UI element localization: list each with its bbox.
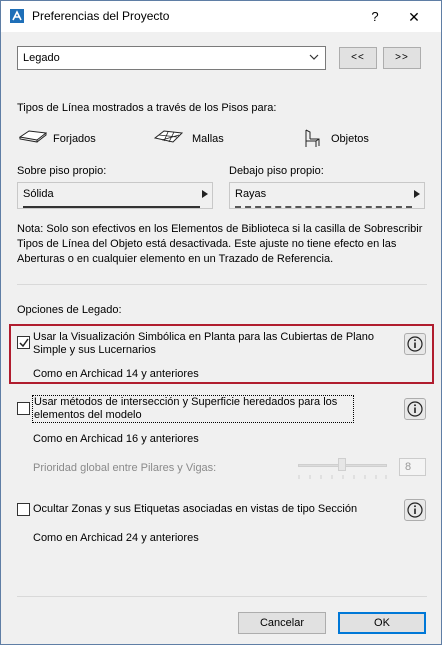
footer-divider: [17, 596, 427, 597]
archicad-app-icon: [10, 9, 24, 23]
option-legacy-intersection-label[interactable]: Usar métodos de intersección y Superfici…: [32, 395, 354, 423]
priority-slider-thumb[interactable]: [338, 458, 346, 471]
below-floor-linetype-value: Rayas: [235, 188, 267, 200]
option-hide-zones-label[interactable]: Ocultar Zonas y sus Etiquetas asociadas …: [33, 503, 357, 515]
preset-value: Legado: [23, 52, 60, 64]
own-floor-linetype-value: Sólida: [23, 188, 54, 200]
checkmark-icon: [19, 338, 29, 348]
mesh-label: Mallas: [192, 133, 224, 145]
option-legacy-intersection-checkbox[interactable]: [17, 402, 30, 415]
object-chair-icon: [305, 129, 320, 147]
dashed-line-preview: [235, 206, 412, 208]
option-hide-zones-sub: Como en Archicad 24 y anteriores: [33, 532, 199, 544]
object-type-item: Objetos: [303, 127, 393, 147]
info-button[interactable]: [404, 499, 426, 521]
option-symbolic-display-label[interactable]: Usar la Visualización Simbólica en Plant…: [33, 331, 393, 357]
mesh-icon: [154, 130, 184, 143]
linetypes-note: Nota: Solo son efectivos en los Elemento…: [17, 223, 423, 265]
help-button[interactable]: ?: [365, 7, 385, 27]
info-icon: [407, 502, 423, 518]
option-symbolic-display-sub: Como en Archicad 14 y anteriores: [33, 368, 199, 380]
triangle-right-icon: [202, 190, 208, 198]
priority-label: Prioridad global entre Pilares y Vigas:: [33, 462, 217, 474]
option-legacy-intersection-sub: Como en Archicad 16 y anteriores: [33, 433, 199, 445]
info-button[interactable]: [404, 398, 426, 420]
next-preset-button[interactable]: >>: [383, 47, 421, 69]
preset-dropdown[interactable]: Legado: [17, 46, 326, 70]
slab-label: Forjados: [53, 133, 96, 145]
window-title: Preferencias del Proyecto: [32, 9, 170, 23]
solid-line-preview: [23, 206, 200, 208]
option-symbolic-display-checkbox[interactable]: [17, 336, 30, 349]
slab-icon: [19, 130, 47, 143]
priority-value-field[interactable]: 8: [399, 458, 426, 476]
mesh-type-item: Mallas: [154, 127, 244, 147]
legacy-heading: Opciones de Legado:: [17, 304, 122, 316]
cancel-button[interactable]: Cancelar: [238, 612, 326, 634]
info-icon: [407, 336, 423, 352]
triangle-right-icon: [414, 190, 420, 198]
below-floor-label: Debajo piso propio:: [229, 165, 324, 177]
own-floor-label: Sobre piso propio:: [17, 165, 107, 177]
info-button[interactable]: [404, 333, 426, 355]
preferences-dialog: Preferencias del Proyecto ? ✕ Legado << …: [0, 0, 442, 645]
own-floor-linetype-field[interactable]: Sólida: [17, 182, 213, 209]
below-floor-linetype-field[interactable]: Rayas: [229, 182, 425, 209]
chevron-down-icon: [309, 54, 319, 60]
close-button[interactable]: ✕: [404, 7, 424, 27]
option-hide-zones-checkbox[interactable]: [17, 503, 30, 516]
info-icon: [407, 401, 423, 417]
linetypes-heading: Tipos de Línea mostrados a través de los…: [17, 102, 277, 114]
slider-ticks: [298, 475, 387, 479]
dialog-content: Legado << >> Tipos de Línea mostrados a …: [1, 32, 441, 644]
slab-type-item: Forjados: [19, 127, 109, 147]
section-divider: [17, 284, 427, 285]
ok-button[interactable]: OK: [338, 612, 426, 634]
object-label: Objetos: [331, 133, 369, 145]
title-bar: Preferencias del Proyecto ? ✕: [1, 1, 441, 32]
previous-preset-button[interactable]: <<: [339, 47, 377, 69]
